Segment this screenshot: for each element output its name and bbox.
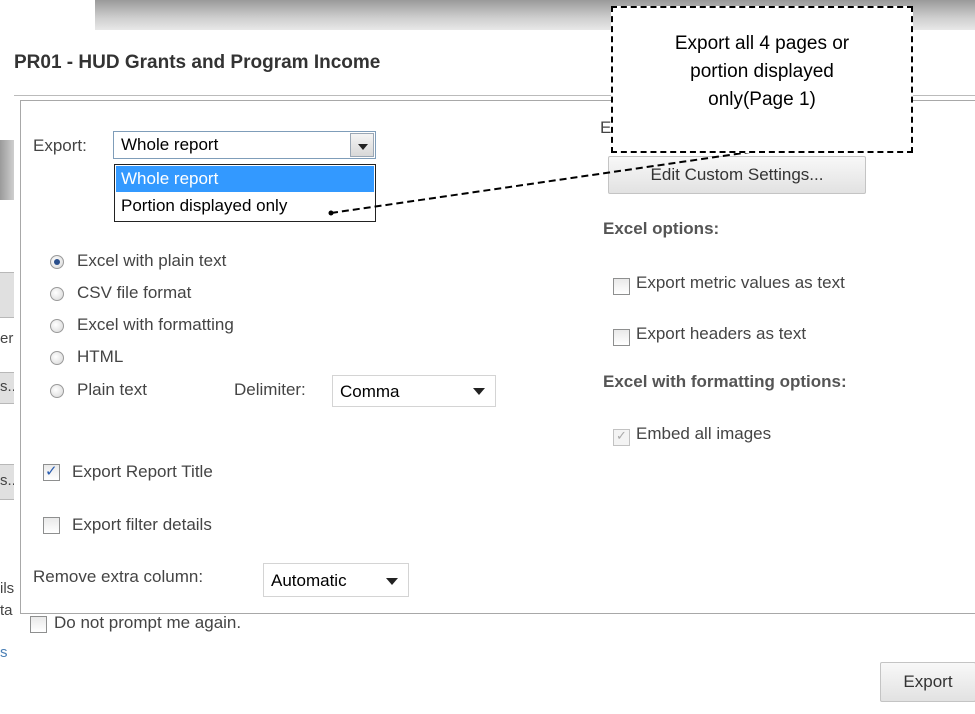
annotation-callout: Export all 4 pages or portion displayed … xyxy=(611,6,913,153)
callout-line-end xyxy=(328,210,334,216)
callout-text: Export all 4 pages or portion displayed … xyxy=(674,33,850,110)
callout-line xyxy=(330,151,751,214)
